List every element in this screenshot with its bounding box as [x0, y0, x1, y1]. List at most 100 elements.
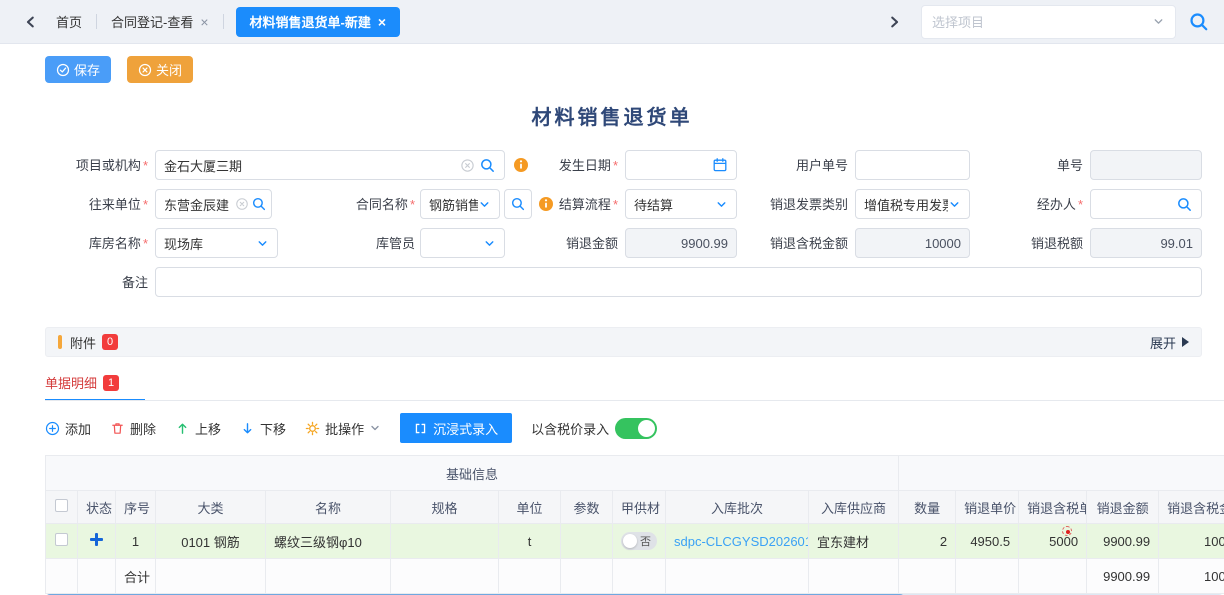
warehouse-keeper-label: 库管员 [300, 228, 415, 258]
batch-operations-button[interactable]: 批操作 [305, 419, 381, 438]
clear-icon[interactable] [235, 197, 249, 211]
project-select-placeholder: 选择项目 [932, 12, 1152, 31]
arrow-down-icon [240, 421, 255, 436]
attachment-bar[interactable]: 附件 0 展开 [45, 327, 1202, 357]
tab-home[interactable]: 首页 [42, 7, 96, 37]
global-search-icon[interactable] [1188, 11, 1210, 33]
clear-icon[interactable] [460, 158, 475, 173]
move-down-label: 下移 [260, 419, 286, 438]
agent-input[interactable] [1090, 189, 1202, 219]
settle-flow-select[interactable]: 待结算 [625, 189, 737, 219]
row-spec-cell[interactable] [391, 524, 499, 559]
return-amount-input: 9900.99 [625, 228, 737, 258]
row-amount-tax-cell: 10000 [1159, 524, 1224, 559]
expand-button[interactable]: 展开 [1150, 333, 1189, 352]
user-no-label: 用户单号 [760, 150, 848, 180]
tab-baseline [45, 400, 1224, 401]
tab-contract-view[interactable]: 合同登记-查看 × [97, 7, 223, 37]
search-icon[interactable] [1176, 196, 1193, 213]
topbar-right: 选择项目 [883, 5, 1210, 39]
project-select[interactable]: 选择项目 [921, 5, 1176, 39]
tab-close-icon[interactable]: × [200, 15, 208, 29]
info-icon[interactable] [513, 157, 529, 173]
col-amount-tax: 销退含税金额 [1159, 491, 1224, 524]
detail-toolbar: 添加 删除 上移 下移 批操作 沉浸式录入 以含税价录入 [45, 413, 1224, 443]
group-header-row: 基础信息 [46, 456, 1224, 491]
batch-operations-label: 批操作 [325, 419, 364, 438]
tax-entry-toggle[interactable] [615, 418, 657, 439]
chevron-down-icon [715, 198, 728, 211]
row-category-cell[interactable]: 0101 钢筋 [156, 524, 266, 559]
project-value: 金石大厦三期 [164, 156, 242, 175]
expand-triangle-icon [1182, 337, 1189, 347]
row-name-cell[interactable]: 螺纹三级钢φ10 [266, 524, 391, 559]
row-param-cell[interactable] [561, 524, 613, 559]
remark-input[interactable] [155, 267, 1202, 297]
detail-tab-label: 单据明细 [45, 373, 97, 392]
info-icon[interactable] [538, 196, 554, 212]
settle-flow-value: 待结算 [634, 195, 673, 214]
col-status: 状态 [78, 491, 116, 524]
detail-tabs: 单据明细 1 [45, 373, 1224, 401]
col-seq: 序号 [116, 491, 156, 524]
tab-detail-lines[interactable]: 单据明细 1 [45, 373, 119, 401]
invoice-type-select[interactable]: 增值税专用发票 [855, 189, 970, 219]
row-inbound-supplier-cell[interactable]: 宜东建材 [809, 524, 899, 559]
invoice-type-label: 销退发票类别 [770, 189, 848, 219]
select-all-header [46, 491, 78, 524]
total-empty-cell [666, 559, 809, 594]
chevron-down-icon [948, 198, 961, 211]
new-row-plus-icon [90, 533, 103, 546]
user-no-input[interactable] [855, 150, 970, 180]
select-all-checkbox[interactable] [55, 499, 68, 512]
chevron-down-icon [1152, 15, 1165, 28]
delete-row-button[interactable]: 删除 [110, 419, 156, 438]
close-button[interactable]: 关闭 [127, 56, 193, 83]
col-inbound-supplier: 入库供应商 [809, 491, 899, 524]
warehouse-select[interactable]: 现场库 [155, 228, 278, 258]
counterparty-input[interactable]: 东营金辰建 [155, 189, 272, 219]
col-inbound-batch: 入库批次 [666, 491, 809, 524]
tab-material-return-new[interactable]: 材料销售退货单-新建 × [236, 7, 401, 37]
row-unit-cell[interactable]: t [499, 524, 561, 559]
return-amount-tax-input: 10000 [855, 228, 970, 258]
gear-icon [305, 421, 320, 436]
search-icon[interactable] [479, 157, 496, 174]
attachment-label: 附件 [70, 333, 96, 352]
tabs-scroll-left-icon[interactable] [20, 11, 42, 33]
owner-supplied-toggle[interactable]: 否 [621, 532, 657, 550]
tabs-scroll-right-icon[interactable] [883, 11, 905, 33]
contract-select[interactable]: 钢筋销售 [420, 189, 500, 219]
row-price-tax-cell[interactable]: 5000 [1019, 524, 1087, 559]
col-qty: 数量 [899, 491, 956, 524]
tab-close-icon[interactable]: × [378, 15, 386, 29]
occur-date-input[interactable] [625, 150, 737, 180]
row-inbound-batch-cell: sdpc-CLCGYSD2026010 [666, 524, 809, 559]
contract-search-button[interactable] [504, 189, 532, 219]
total-empty-cell [1019, 559, 1087, 594]
immersive-entry-button[interactable]: 沉浸式录入 [400, 413, 512, 443]
remark-label: 备注 [0, 267, 148, 297]
return-amount-label: 销退金额 [556, 228, 618, 258]
chevron-down-icon [369, 422, 381, 434]
search-icon[interactable] [251, 196, 267, 212]
save-button[interactable]: 保存 [45, 56, 111, 83]
close-button-label: 关闭 [156, 60, 182, 79]
calendar-icon[interactable] [712, 157, 728, 173]
inbound-batch-link[interactable]: sdpc-CLCGYSD2026010 [674, 534, 809, 549]
search-icon [510, 196, 526, 212]
project-input[interactable]: 金石大厦三期 [155, 150, 505, 180]
col-price: 销退单价 [956, 491, 1019, 524]
group-header-basic-info: 基础信息 [46, 456, 899, 491]
add-row-label: 添加 [65, 419, 91, 438]
move-up-button[interactable]: 上移 [175, 419, 221, 438]
add-row-button[interactable]: 添加 [45, 419, 91, 438]
row-checkbox[interactable] [55, 533, 68, 546]
return-tax-label: 销退税额 [1000, 228, 1083, 258]
tab-material-return-new-label: 材料销售退货单-新建 [250, 12, 371, 31]
move-down-button[interactable]: 下移 [240, 419, 286, 438]
warehouse-keeper-select[interactable] [420, 228, 505, 258]
row-price-cell[interactable]: 4950.5 [956, 524, 1019, 559]
row-qty-cell[interactable]: 2 [899, 524, 956, 559]
warehouse-value: 现场库 [164, 234, 203, 253]
